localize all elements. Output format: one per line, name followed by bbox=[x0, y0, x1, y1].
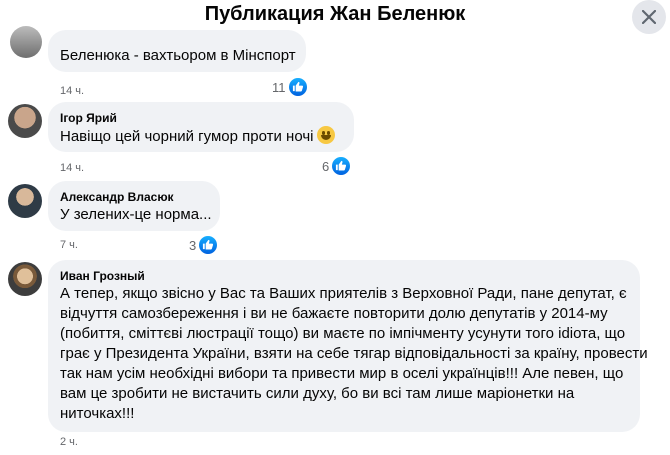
comment-bubble: Беленюка - вахтьором в Мінспорт bbox=[48, 30, 306, 72]
comment-text: Беленюка - вахтьором в Мінспорт bbox=[60, 47, 296, 64]
smile-emoji-icon bbox=[317, 126, 336, 144]
like-icon bbox=[287, 77, 308, 97]
comment-bubble: Александр Власюк У зелених-це норма... bbox=[48, 181, 220, 231]
reaction-count[interactable]: 11 bbox=[272, 77, 308, 97]
comment-line: грає у Президента України, взяти на себе… bbox=[60, 345, 648, 362]
avatar[interactable] bbox=[8, 184, 42, 218]
comment-line: А тепер, якщо звісно у Вас та Ваших прия… bbox=[60, 285, 627, 302]
reaction-count[interactable]: 6 bbox=[322, 156, 352, 176]
comment-text: Навіщо цей чорний гумор проти ночі bbox=[60, 126, 336, 147]
reaction-count[interactable]: 3 bbox=[189, 235, 219, 255]
comment-line: вам це зробити не вистачить сили духу, б… bbox=[60, 385, 575, 402]
comment-line: (побиття, сміттєві люстрації тощо) ви ма… bbox=[60, 325, 626, 342]
comment-timestamp[interactable]: 7 ч. bbox=[60, 239, 78, 251]
comment-line: так нам усім необхідні вибори та привест… bbox=[60, 365, 624, 382]
comment-author[interactable]: Александр Власюк bbox=[60, 190, 174, 204]
like-icon bbox=[331, 156, 352, 176]
post-header: Публикация Жан Беленюк bbox=[0, 0, 670, 34]
comment-line: ниточках!!! bbox=[60, 405, 135, 422]
comment-text: У зелених-це норма... bbox=[60, 206, 212, 223]
page-title: Публикация Жан Беленюк bbox=[204, 3, 466, 25]
comment-timestamp[interactable]: 14 ч. bbox=[60, 85, 84, 97]
comment-bubble: Ігор Ярий Навіщо цей чорний гумор проти … bbox=[48, 102, 354, 152]
avatar[interactable] bbox=[8, 262, 42, 296]
close-icon bbox=[642, 10, 656, 24]
like-count: 11 bbox=[272, 79, 286, 95]
comment-bubble: Иван Грозный А тепер, якщо звісно у Вас … bbox=[48, 260, 648, 432]
comment-author[interactable]: Ігор Ярий bbox=[60, 111, 117, 125]
avatar[interactable] bbox=[8, 104, 42, 138]
like-count: 6 bbox=[322, 158, 330, 174]
comment-author[interactable]: Иван Грозный bbox=[60, 269, 145, 283]
comment-text-content: Навіщо цей чорний гумор проти ночі bbox=[60, 128, 314, 145]
comment-line: відчуття самозбереження і ви не бажаєте … bbox=[60, 305, 608, 322]
close-button[interactable] bbox=[632, 0, 666, 34]
like-count: 3 bbox=[189, 237, 197, 253]
comment-timestamp[interactable]: 2 ч. bbox=[60, 436, 78, 448]
comment-timestamp[interactable]: 14 ч. bbox=[60, 162, 84, 174]
avatar[interactable] bbox=[10, 26, 42, 58]
like-icon bbox=[198, 235, 219, 255]
comment-text: А тепер, якщо звісно у Вас та Ваших прия… bbox=[60, 284, 648, 424]
